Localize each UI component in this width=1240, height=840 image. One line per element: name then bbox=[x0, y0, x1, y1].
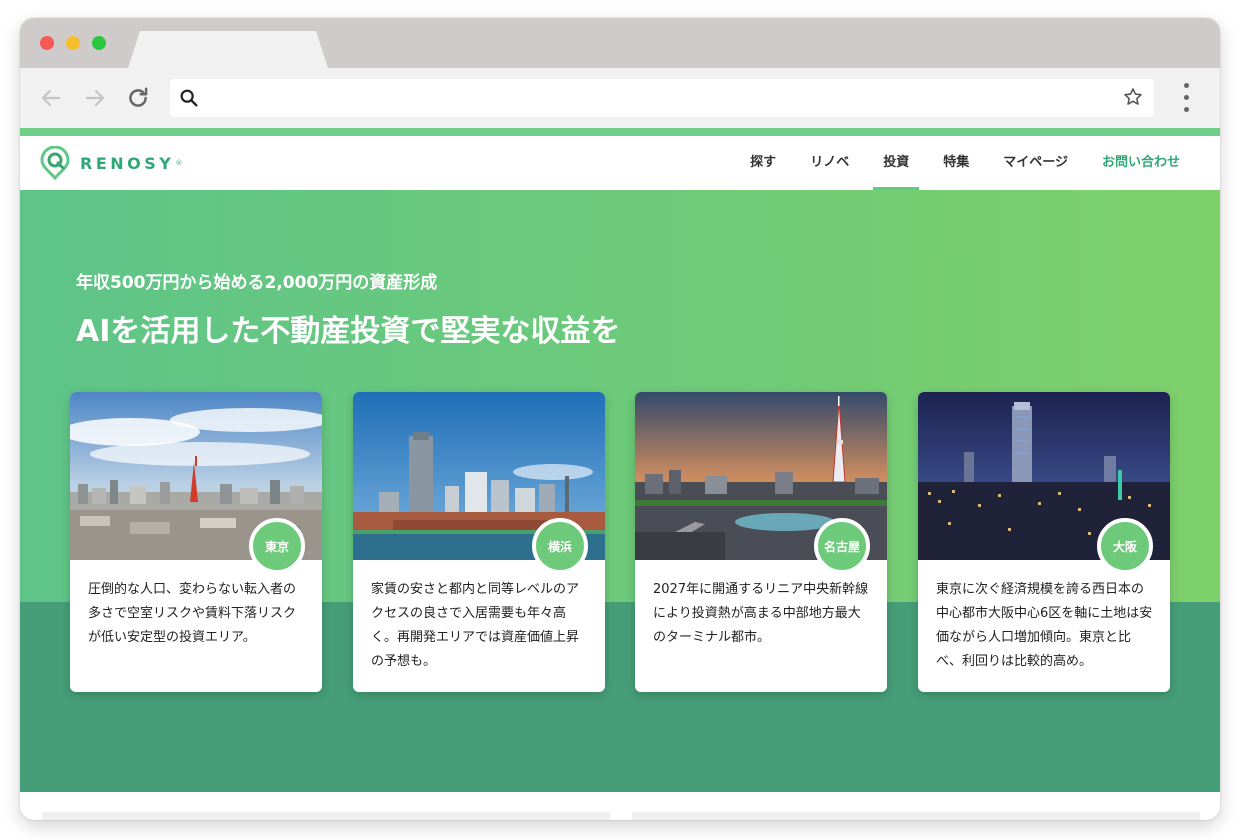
nav-item-search[interactable]: 探す bbox=[750, 136, 776, 190]
renosy-logo[interactable]: RENOSY ® bbox=[40, 146, 182, 180]
city-badge: 大阪 bbox=[1097, 518, 1153, 574]
nav-item-features[interactable]: 特集 bbox=[943, 136, 969, 190]
location-pin-logo-icon bbox=[40, 146, 70, 180]
menu-dot bbox=[1184, 83, 1189, 88]
arrow-left-icon bbox=[41, 89, 61, 107]
menu-dot bbox=[1184, 107, 1189, 112]
area-card-yokohama[interactable]: 横浜 家賃の安さと都内と同等レベルのアクセスの良さで入居需要も年々高く。再開発エ… bbox=[353, 392, 605, 692]
browser-toolbar bbox=[20, 68, 1220, 128]
maximize-window-button[interactable] bbox=[92, 36, 106, 50]
area-card-osaka[interactable]: 大阪 東京に次ぐ経済規模を誇る西日本の中心都市大阪中心6区を軸に土地は安価ながら… bbox=[918, 392, 1170, 692]
nav-item-investment[interactable]: 投資 bbox=[873, 136, 920, 190]
forward-button[interactable] bbox=[82, 85, 108, 111]
address-bar[interactable] bbox=[170, 79, 1154, 117]
reload-icon bbox=[129, 87, 148, 107]
next-section-strip bbox=[20, 792, 1220, 820]
close-window-button[interactable] bbox=[40, 36, 54, 50]
nav-item-contact[interactable]: お問い合わせ bbox=[1102, 136, 1180, 190]
nav-item-mypage[interactable]: マイページ bbox=[1003, 136, 1068, 190]
address-input[interactable] bbox=[210, 86, 1110, 110]
card-description: 東京に次ぐ経済規模を誇る西日本の中心都市大阪中心6区を軸に土地は安価ながら人口増… bbox=[936, 582, 1153, 669]
section-placeholder-left bbox=[42, 812, 610, 820]
main-nav: 探す リノベ 投資 特集 マイページ お問い合わせ bbox=[716, 136, 1180, 190]
hero-headline: AIを活用した不動産投資で堅実な収益を bbox=[76, 314, 621, 349]
card-description: 2027年に開通するリニア中央新幹線により投資熱が高まる中部地方最大のターミナル… bbox=[653, 582, 869, 645]
browser-tab[interactable] bbox=[128, 31, 328, 68]
nav-item-renovation[interactable]: リノベ bbox=[810, 136, 849, 190]
logo-text: RENOSY bbox=[80, 153, 175, 173]
back-button[interactable] bbox=[38, 85, 64, 111]
hero-subtitle: 年収500万円から始める2,000万円の資産形成 bbox=[76, 273, 438, 293]
browser-menu-button[interactable] bbox=[1178, 81, 1196, 115]
area-card-tokyo[interactable]: 東京 圧倒的な人口、変わらない転入者の多さで空室リスクや賃料下落リスクが低い安定… bbox=[70, 392, 322, 692]
bookmark-star-icon[interactable] bbox=[1122, 86, 1144, 108]
menu-dot bbox=[1184, 95, 1189, 100]
browser-window: RENOSY ® 探す リノベ 投資 特集 マイページ お問い合わせ 年収500万… bbox=[20, 18, 1220, 820]
card-description: 圧倒的な人口、変わらない転入者の多さで空室リスクや賃料下落リスクが低い安定型の投… bbox=[88, 582, 297, 645]
city-badge: 名古屋 bbox=[814, 518, 870, 574]
city-badge: 横浜 bbox=[532, 518, 588, 574]
arrow-right-icon bbox=[85, 89, 105, 107]
area-card-nagoya[interactable]: 名古屋 2027年に開通するリニア中央新幹線により投資熱が高まる中部地方最大のタ… bbox=[635, 392, 887, 692]
minimize-window-button[interactable] bbox=[66, 36, 80, 50]
reload-button[interactable] bbox=[125, 85, 151, 111]
card-description: 家賃の安さと都内と同等レベルのアクセスの良さで入居需要も年々高く。再開発エリアで… bbox=[371, 582, 580, 669]
header-accent-stripe bbox=[20, 128, 1220, 136]
logo-registered-mark: ® bbox=[175, 159, 183, 167]
section-placeholder-right bbox=[632, 812, 1200, 820]
tab-bar bbox=[20, 18, 1220, 68]
city-badge: 東京 bbox=[249, 518, 305, 574]
site-header: RENOSY ® 探す リノベ 投資 特集 マイページ お問い合わせ bbox=[20, 136, 1220, 190]
search-icon bbox=[180, 89, 198, 107]
